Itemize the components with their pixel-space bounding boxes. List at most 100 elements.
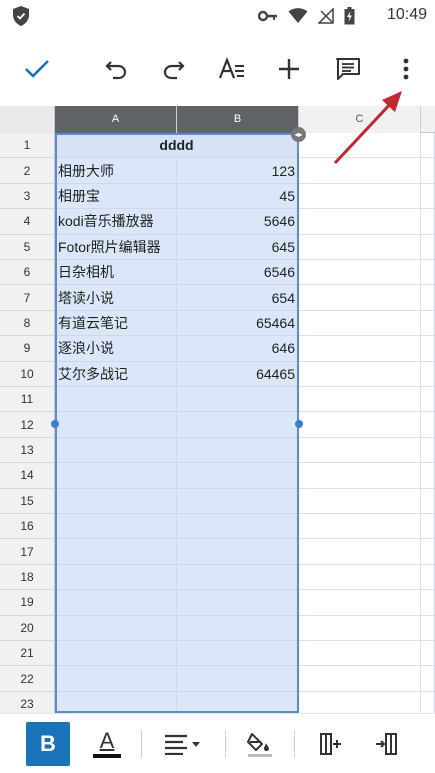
cell-b[interactable] <box>177 463 299 489</box>
cell-d[interactable] <box>421 361 435 387</box>
cell-d[interactable] <box>421 615 435 641</box>
insert-button[interactable] <box>272 52 306 86</box>
cell-a[interactable] <box>55 590 177 616</box>
cell-c[interactable] <box>299 336 421 362</box>
text-format-button[interactable] <box>215 52 249 86</box>
cell-d[interactable] <box>421 564 435 591</box>
row-number[interactable]: 13 <box>0 437 55 464</box>
cell-b[interactable]: 45 <box>177 183 299 210</box>
row-number[interactable]: 16 <box>0 514 55 540</box>
cell-c[interactable] <box>299 387 421 413</box>
cell-a1-merged[interactable]: dddd <box>55 133 299 159</box>
cell-d[interactable] <box>421 463 435 489</box>
cell-b[interactable] <box>177 590 299 616</box>
cell-b[interactable]: 645 <box>177 234 299 260</box>
cell-c[interactable] <box>299 641 421 667</box>
cell-d[interactable] <box>421 412 435 438</box>
row-number[interactable]: 12 <box>0 412 55 438</box>
cell-a[interactable]: 有道云笔记 <box>55 310 177 337</box>
cell-c[interactable] <box>299 488 421 514</box>
cell-c[interactable] <box>299 514 421 540</box>
cell-b[interactable]: 6546 <box>177 260 299 286</box>
fill-color-button[interactable] <box>243 726 277 762</box>
undo-button[interactable] <box>99 52 133 86</box>
bold-button[interactable]: B <box>26 722 70 766</box>
cell-a[interactable] <box>55 437 177 464</box>
row-number[interactable]: 5 <box>0 234 55 260</box>
cell-b[interactable] <box>177 666 299 692</box>
cell-d[interactable] <box>421 234 435 260</box>
cell-a[interactable] <box>55 488 177 514</box>
cell-d[interactable] <box>421 488 435 514</box>
cell-b[interactable]: 654 <box>177 285 299 311</box>
cell-d[interactable] <box>421 260 435 286</box>
cell-c[interactable] <box>299 361 421 387</box>
cell-a[interactable]: 逐浪小说 <box>55 336 177 362</box>
cell-b[interactable] <box>177 564 299 591</box>
selection-handle-left[interactable] <box>51 420 59 428</box>
row-number[interactable]: 23 <box>0 691 55 713</box>
cell-a[interactable] <box>55 412 177 438</box>
cell-d[interactable] <box>421 666 435 692</box>
cell-b[interactable] <box>177 615 299 641</box>
cell-c[interactable] <box>299 285 421 311</box>
row-number[interactable]: 4 <box>0 209 55 235</box>
cell-b[interactable]: 123 <box>177 158 299 184</box>
cell-d[interactable] <box>421 387 435 413</box>
row-number[interactable]: 6 <box>0 260 55 286</box>
cell-c[interactable] <box>299 539 421 565</box>
cell-a[interactable] <box>55 463 177 489</box>
row-number[interactable]: 9 <box>0 336 55 362</box>
cell-d[interactable] <box>421 133 435 159</box>
cell-c[interactable] <box>299 183 421 210</box>
row-number[interactable]: 17 <box>0 539 55 565</box>
insert-row-button[interactable] <box>370 726 402 762</box>
spreadsheet-grid[interactable]: A B C 1 dddd 2 相册大师 123 3 相册宝 45 4 kodi音乐播放器 5646 5… <box>0 106 435 713</box>
row-number[interactable]: 2 <box>0 158 55 184</box>
cell-b[interactable]: 646 <box>177 336 299 362</box>
row-number[interactable]: 15 <box>0 488 55 514</box>
cell-d[interactable] <box>421 183 435 210</box>
cell-a[interactable] <box>55 691 177 713</box>
cell-c[interactable] <box>299 437 421 464</box>
cell-d[interactable] <box>421 285 435 311</box>
row-number[interactable]: 20 <box>0 615 55 641</box>
cell-c[interactable] <box>299 412 421 438</box>
cell-c[interactable] <box>299 463 421 489</box>
cell-a[interactable]: 塔读小说 <box>55 285 177 311</box>
selection-handle-right[interactable] <box>295 420 303 428</box>
column-resize-handle[interactable]: ◂▸ <box>291 127 306 142</box>
cell-d[interactable] <box>421 539 435 565</box>
row-number[interactable]: 1 <box>0 133 55 159</box>
cell-c[interactable] <box>299 209 421 235</box>
row-number[interactable]: 21 <box>0 641 55 667</box>
comment-button[interactable] <box>331 52 365 86</box>
cell-a[interactable] <box>55 514 177 540</box>
cell-b[interactable] <box>177 514 299 540</box>
cell-c[interactable] <box>299 260 421 286</box>
column-header-b[interactable]: B <box>177 106 299 133</box>
cell-b[interactable] <box>177 641 299 667</box>
cell-a[interactable] <box>55 615 177 641</box>
cell-d[interactable] <box>421 310 435 337</box>
cell-b[interactable] <box>177 691 299 713</box>
cell-a[interactable] <box>55 387 177 413</box>
insert-column-button[interactable] <box>315 726 347 762</box>
row-number[interactable]: 18 <box>0 564 55 591</box>
cell-c[interactable] <box>299 310 421 337</box>
row-number[interactable]: 19 <box>0 590 55 616</box>
cell-a[interactable]: 日杂相机 <box>55 260 177 286</box>
cell-d[interactable] <box>421 336 435 362</box>
cell-d[interactable] <box>421 158 435 184</box>
cell-b[interactable] <box>177 437 299 464</box>
cell-d[interactable] <box>421 691 435 713</box>
more-options-button[interactable] <box>389 52 423 86</box>
cell-c[interactable] <box>299 691 421 713</box>
redo-button[interactable] <box>157 52 191 86</box>
cell-a[interactable] <box>55 641 177 667</box>
cell-b[interactable] <box>177 488 299 514</box>
cell-a[interactable]: Fotor照片编辑器 <box>55 234 177 260</box>
row-number[interactable]: 10 <box>0 361 55 387</box>
cell-b[interactable] <box>177 412 299 438</box>
cell-d[interactable] <box>421 641 435 667</box>
